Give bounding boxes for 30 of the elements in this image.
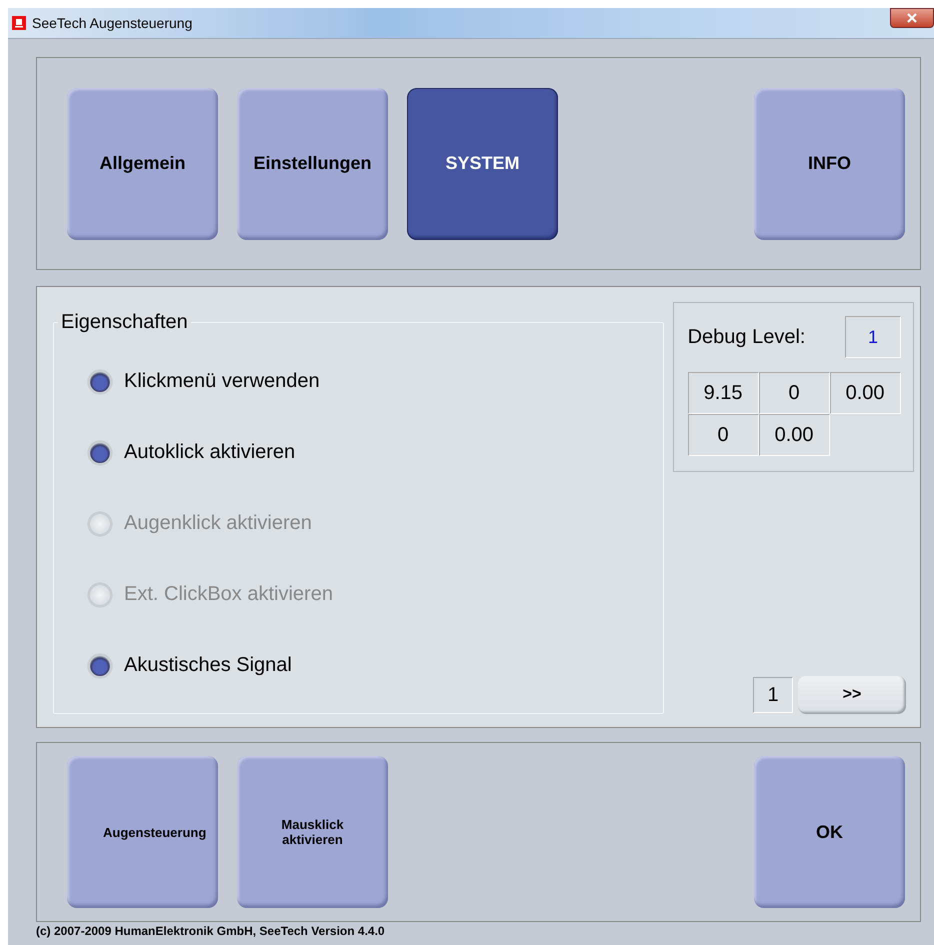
next-page-button[interactable]: >> [798,676,906,714]
radio-icon [88,512,112,536]
tab-button[interactable]: Einstellungen [237,88,388,240]
close-icon [907,13,917,23]
value-cell: 9.15 [688,372,759,414]
value-cell: 0.00 [830,372,901,414]
radio-option[interactable]: Klickmenü verwenden [88,346,663,417]
window-title: SeeTech Augensteuerung [32,15,192,31]
close-button[interactable] [890,8,934,28]
action-button[interactable]: Augensteuerung [67,756,218,908]
radio-icon [88,582,112,606]
debug-level-value: 1 [845,316,901,358]
app-icon [12,16,26,30]
tab-button[interactable]: Allgemein [67,88,218,240]
debug-level-label: Debug Level: [688,326,806,348]
value-cell: 0.00 [758,414,830,456]
tab-button[interactable]: INFO [754,88,905,240]
radio-icon [88,440,112,464]
page-number: 1 [753,677,793,713]
ok-button[interactable]: OK [754,756,905,908]
radio-option[interactable]: Akustisches Signal [88,630,663,701]
value-cell: 0 [688,414,759,456]
tab-button[interactable]: SYSTEM [407,88,558,240]
copyright-text: (c) 2007-2009 HumanElektronik GmbH, SeeTech Version 4.4.0 [36,924,386,939]
radio-icon [88,654,112,678]
radio-option[interactable]: Autoklick aktivieren [88,417,663,488]
radio-icon [88,370,112,394]
group-title: Eigenschaften [60,311,189,334]
value-cell: 0 [758,372,830,414]
action-button[interactable]: Mausklick aktivieren [237,756,388,908]
